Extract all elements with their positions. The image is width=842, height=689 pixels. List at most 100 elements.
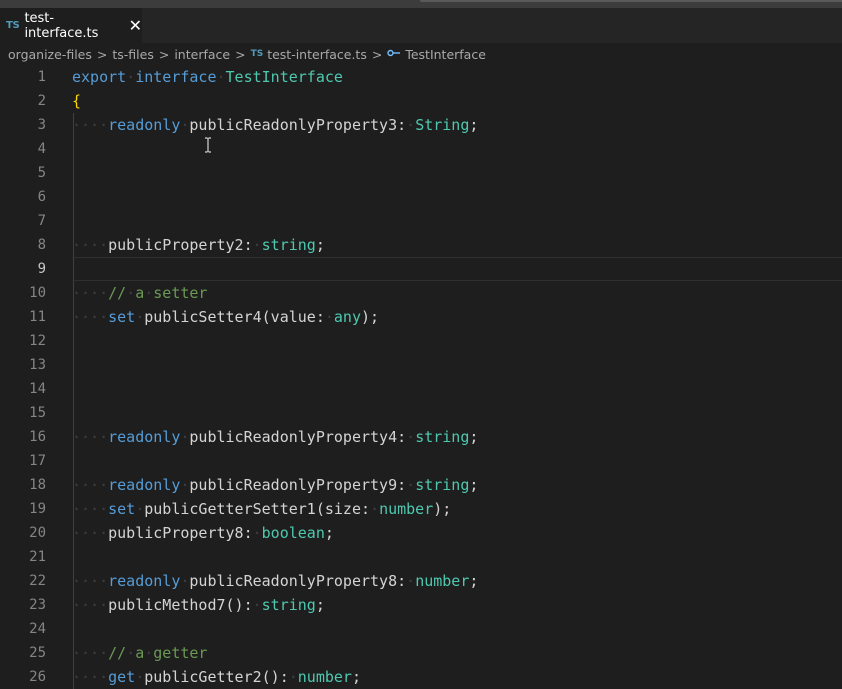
typescript-file-icon: TS [6,20,20,31]
code-token: set [108,308,136,326]
code-token: readonly [108,476,181,494]
code-editor[interactable]: 1 export·interface·TestInterface 2{3 ····re… [0,65,842,689]
indent-guide [73,401,74,425]
code-token: { [72,92,82,110]
code-line[interactable]: 19 ····set·publicGetterSetter1(size:·numb… [0,497,842,521]
line-number: 26 [29,669,46,685]
code-text: ····get·publicGetter2():·number; [72,665,361,689]
line-number: 2 [37,93,46,109]
code-line[interactable]: 7 [0,209,842,233]
code-line[interactable]: 24 [0,617,842,641]
code-token: publicProperty2: [108,236,253,254]
code-text: ····//·a·setter [72,281,207,305]
code-line[interactable]: 12 [0,329,842,353]
code-line[interactable]: 11 ····set·publicSetter4(value:·any); [0,305,842,329]
line-number: 25 [29,645,46,661]
code-token: // [108,644,127,662]
breadcrumb-item-interface[interactable]: interface [174,47,230,62]
tab-test-interface[interactable]: TS test-interface.ts ✕ [0,8,142,43]
indent-whitespace: ···· [72,572,109,590]
code-line[interactable]: 4 [0,137,842,161]
line-number: 1 [37,69,46,85]
code-line[interactable]: 26 ····get·publicGetter2():·number; [0,665,842,689]
code-line[interactable]: 16 ····readonly·publicReadonlyProperty4:·… [0,425,842,449]
code-token: · [126,644,136,662]
code-line[interactable]: 1 export·interface·TestInterface [0,65,842,89]
code-line[interactable]: 8 ····publicProperty2:·string; [0,233,842,257]
code-line[interactable]: 20 ····publicProperty8:·boolean; [0,521,842,545]
indent-whitespace: ···· [72,596,109,614]
code-line[interactable]: 10 ····//·a·setter [0,281,842,305]
line-number: 11 [29,309,46,325]
code-token: · [135,308,145,326]
code-line[interactable]: 5 [0,161,842,185]
breadcrumb-separator: > [235,46,246,62]
code-line[interactable]: 2{ [0,89,842,113]
breadcrumb-item-symbol[interactable]: TestInterface [405,47,486,62]
code-token: ; [315,596,325,614]
line-number: 13 [29,357,46,373]
indent-whitespace: ···· [72,668,109,686]
line-number: 24 [29,621,46,637]
code-token: · [135,500,145,518]
code-line[interactable]: 14 [0,377,842,401]
text-cursor-icon [204,137,212,157]
code-text: ····readonly·publicReadonlyProperty9:·st… [72,473,478,497]
code-line[interactable]: 17 [0,449,842,473]
line-number: 21 [29,549,46,565]
code-token: publicGetterSetter1(size: [144,500,371,518]
code-token: ; [351,668,361,686]
code-line[interactable]: 18 ····readonly·publicReadonlyProperty9:·… [0,473,842,497]
indent-guide [73,161,74,185]
indent-guide [73,449,74,473]
code-token: boolean [261,524,325,542]
breadcrumb-separator: > [158,46,170,62]
code-token: string [415,428,470,446]
code-text: ····publicProperty8:·boolean; [72,521,334,545]
code-token: · [406,572,416,590]
indent-guide [73,377,74,401]
code-line[interactable]: 25 ····//·a·getter [0,641,842,665]
line-number: 12 [29,333,46,349]
code-token: export [72,68,127,86]
code-token: publicReadonlyProperty8: [189,572,407,590]
code-line[interactable]: 15 [0,401,842,425]
code-line[interactable]: 6 [0,185,842,209]
interface-symbol-icon [387,48,401,61]
breadcrumb-item-organize-files[interactable]: organize-files [8,47,92,62]
typescript-file-icon: TS [250,49,264,59]
code-token: · [252,524,262,542]
code-line[interactable]: 3 ····readonly·publicReadonlyProperty3:·S… [0,113,842,137]
close-icon[interactable]: ✕ [129,17,142,34]
top-scrollbar[interactable] [420,0,842,2]
indent-guide [73,545,74,569]
code-token: · [126,284,136,302]
code-line[interactable]: 23 ····publicMethod7():·string; [0,593,842,617]
breadcrumb-item-file[interactable]: test-interface.ts [267,47,367,62]
code-token: publicReadonlyProperty4: [189,428,407,446]
code-token: publicReadonlyProperty9: [189,476,407,494]
code-text: ····//·a·getter [72,641,207,665]
code-line[interactable]: 21 [0,545,842,569]
code-token: number [297,668,352,686]
code-line[interactable]: 22 ····readonly·publicReadonlyProperty8:·… [0,569,842,593]
code-token: ; [469,116,479,134]
code-token: readonly [108,428,181,446]
line-number: 14 [29,381,46,397]
line-number: 9 [37,261,46,277]
code-text: ····set·publicGetterSetter1(size:·number… [72,497,451,521]
code-token: publicReadonlyProperty3: [189,116,407,134]
code-token: // [108,284,127,302]
line-number: 3 [37,117,46,133]
line-number: 23 [29,597,46,613]
indent-whitespace: ···· [72,284,109,302]
code-token: setter [153,284,208,302]
tab-title: test-interface.ts [24,10,99,41]
code-line[interactable]: 9 [0,257,842,281]
indent-whitespace: ···· [72,308,109,326]
code-token: a [135,644,145,662]
breadcrumb-item-ts-files[interactable]: ts-files [112,47,153,62]
code-line[interactable]: 13 [0,353,842,377]
code-token: set [108,500,136,518]
indent-guide [73,185,74,209]
